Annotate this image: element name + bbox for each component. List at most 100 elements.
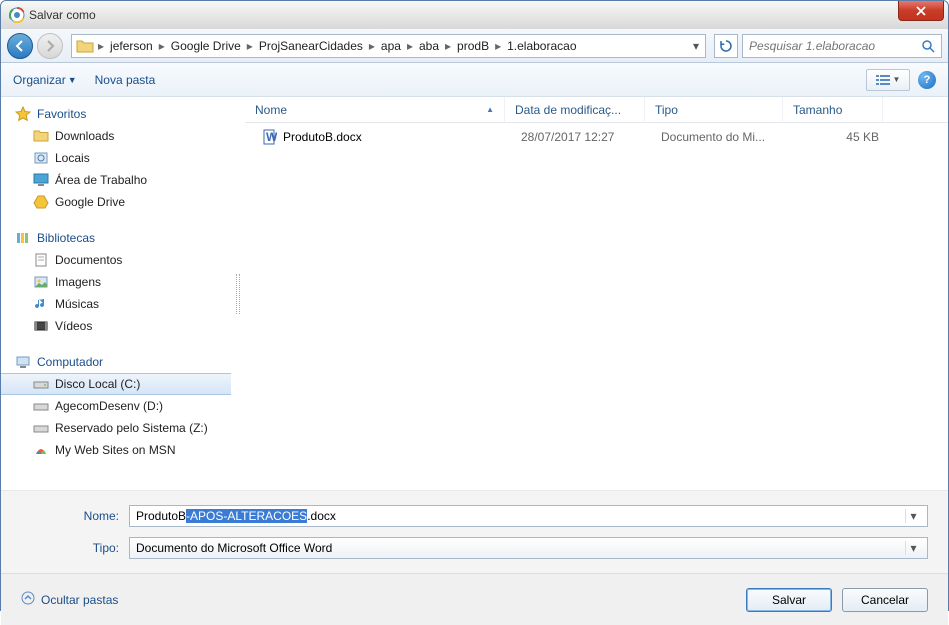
chevron-right-icon[interactable]: ▸: [443, 39, 453, 53]
filename-text-prefix: ProdutoB: [136, 509, 186, 523]
file-row[interactable]: W ProdutoB.docx 28/07/2017 12:27 Documen…: [245, 123, 948, 151]
sidebar-item-videos[interactable]: Vídeos: [1, 315, 231, 337]
breadcrumb-item[interactable]: jeferson: [106, 39, 157, 53]
close-button[interactable]: [898, 1, 944, 21]
filetype-select[interactable]: Documento do Microsoft Office Word ▾: [129, 537, 928, 559]
sidebar-item-drive-d[interactable]: AgecomDesenv (D:): [1, 395, 231, 417]
app-icon: [9, 7, 25, 23]
sidebar-item-label: Músicas: [55, 297, 99, 311]
docx-icon: W: [261, 129, 277, 145]
breadcrumb-item[interactable]: prodB: [453, 39, 493, 53]
document-icon: [33, 252, 49, 268]
toolbar: Organizar ▼ Nova pasta ▼ ?: [1, 63, 948, 97]
sidebar-favorites-label: Favoritos: [37, 107, 86, 121]
desktop-icon: [33, 172, 49, 188]
help-button[interactable]: ?: [918, 71, 936, 89]
filetype-value: Documento do Microsoft Office Word: [136, 541, 332, 555]
chevron-right-icon[interactable]: ▸: [157, 39, 167, 53]
breadcrumb-item[interactable]: apa: [377, 39, 405, 53]
sidebar-item-recent[interactable]: Locais: [1, 147, 231, 169]
breadcrumb[interactable]: ▸ jeferson ▸ Google Drive ▸ ProjSanearCi…: [71, 34, 706, 58]
sidebar-computer-header[interactable]: Computador: [1, 351, 231, 373]
libraries-icon: [15, 230, 31, 246]
breadcrumb-item[interactable]: ProjSanearCidades: [255, 39, 367, 53]
sidebar-item-msn[interactable]: My Web Sites on MSN: [1, 439, 231, 461]
sidebar-item-label: AgecomDesenv (D:): [55, 399, 163, 413]
back-button[interactable]: [7, 33, 33, 59]
svg-text:W: W: [266, 130, 277, 144]
sidebar-computer-label: Computador: [37, 355, 103, 369]
main-area: Favoritos Downloads Locais Área de Traba…: [1, 97, 948, 490]
cancel-button[interactable]: Cancelar: [842, 588, 928, 612]
sidebar-item-label: Imagens: [55, 275, 101, 289]
chevron-up-icon: [21, 591, 35, 608]
breadcrumb-dropdown[interactable]: ▾: [689, 39, 703, 53]
drive-icon: [33, 420, 49, 436]
organize-menu[interactable]: Organizar ▼: [13, 73, 77, 87]
refresh-button[interactable]: [714, 34, 738, 58]
column-label: Nome: [255, 103, 287, 117]
filename-text-suffix: .docx: [307, 509, 336, 523]
drive-icon: [33, 398, 49, 414]
filename-dropdown[interactable]: ▾: [905, 509, 921, 523]
chevron-right-icon[interactable]: ▸: [493, 39, 503, 53]
sidebar-item-drive-z[interactable]: Reservado pelo Sistema (Z:): [1, 417, 231, 439]
search-input[interactable]: [749, 39, 921, 53]
file-type: Documento do Mi...: [651, 130, 789, 144]
breadcrumb-item[interactable]: aba: [415, 39, 443, 53]
sidebar-item-pictures[interactable]: Imagens: [1, 271, 231, 293]
sidebar-item-label: Vídeos: [55, 319, 92, 333]
folder-icon: [33, 128, 49, 144]
sidebar-item-label: Downloads: [55, 129, 114, 143]
sidebar-favorites-header[interactable]: Favoritos: [1, 103, 231, 125]
sidebar-item-desktop[interactable]: Área de Trabalho: [1, 169, 231, 191]
chevron-down-icon: ▼: [68, 75, 77, 85]
save-button[interactable]: Salvar: [746, 588, 832, 612]
search-box[interactable]: [742, 34, 942, 58]
sidebar-libraries-header[interactable]: Bibliotecas: [1, 227, 231, 249]
footer: Ocultar pastas Salvar Cancelar: [1, 573, 948, 625]
view-mode-button[interactable]: ▼: [866, 69, 910, 91]
filetype-label: Tipo:: [21, 541, 129, 555]
chevron-right-icon[interactable]: ▸: [245, 39, 255, 53]
sidebar-libraries-label: Bibliotecas: [37, 231, 95, 245]
file-date: 28/07/2017 12:27: [511, 130, 651, 144]
gdrive-icon: [33, 194, 49, 210]
file-list-header: Nome ▲ Data de modificaç... Tipo Tamanho: [245, 97, 948, 123]
chevron-down-icon: ▼: [893, 75, 901, 84]
computer-icon: [15, 354, 31, 370]
sidebar-item-documents[interactable]: Documentos: [1, 249, 231, 271]
filename-label: Nome:: [21, 509, 129, 523]
sidebar-item-downloads[interactable]: Downloads: [1, 125, 231, 147]
filetype-dropdown[interactable]: ▾: [905, 541, 921, 555]
sidebar-item-music[interactable]: Músicas: [1, 293, 231, 315]
pictures-icon: [33, 274, 49, 290]
chevron-right-icon[interactable]: ▸: [96, 39, 106, 53]
drive-icon: [33, 376, 49, 392]
sidebar[interactable]: Favoritos Downloads Locais Área de Traba…: [1, 97, 231, 490]
file-name: ProdutoB.docx: [283, 130, 362, 144]
save-form: Nome: ProdutoB-APOS-ALTERACOES.docx ▾ Ti…: [1, 490, 948, 573]
file-list: Nome ▲ Data de modificaç... Tipo Tamanho…: [245, 97, 948, 490]
search-icon: [921, 39, 935, 53]
sidebar-item-label: Área de Trabalho: [55, 173, 147, 187]
filename-input[interactable]: ProdutoB-APOS-ALTERACOES.docx ▾: [129, 505, 928, 527]
new-folder-button[interactable]: Nova pasta: [95, 73, 156, 87]
star-icon: [15, 106, 31, 122]
breadcrumb-item[interactable]: Google Drive: [167, 39, 245, 53]
breadcrumb-item[interactable]: 1.elaboracao: [503, 39, 580, 53]
sidebar-item-label: Google Drive: [55, 195, 125, 209]
column-header-type[interactable]: Tipo: [645, 97, 783, 122]
chevron-right-icon[interactable]: ▸: [367, 39, 377, 53]
column-header-date[interactable]: Data de modificaç...: [505, 97, 645, 122]
titlebar: Salvar como: [1, 1, 948, 29]
sidebar-item-gdrive[interactable]: Google Drive: [1, 191, 231, 213]
hide-folders-link[interactable]: Ocultar pastas: [21, 591, 118, 608]
splitter[interactable]: [231, 97, 245, 490]
chevron-right-icon[interactable]: ▸: [405, 39, 415, 53]
column-header-size[interactable]: Tamanho: [783, 97, 883, 122]
column-header-name[interactable]: Nome ▲: [245, 97, 505, 122]
sidebar-item-drive-c[interactable]: Disco Local (C:): [1, 373, 231, 395]
forward-button[interactable]: [37, 33, 63, 59]
file-size: 45 KB: [789, 130, 889, 144]
